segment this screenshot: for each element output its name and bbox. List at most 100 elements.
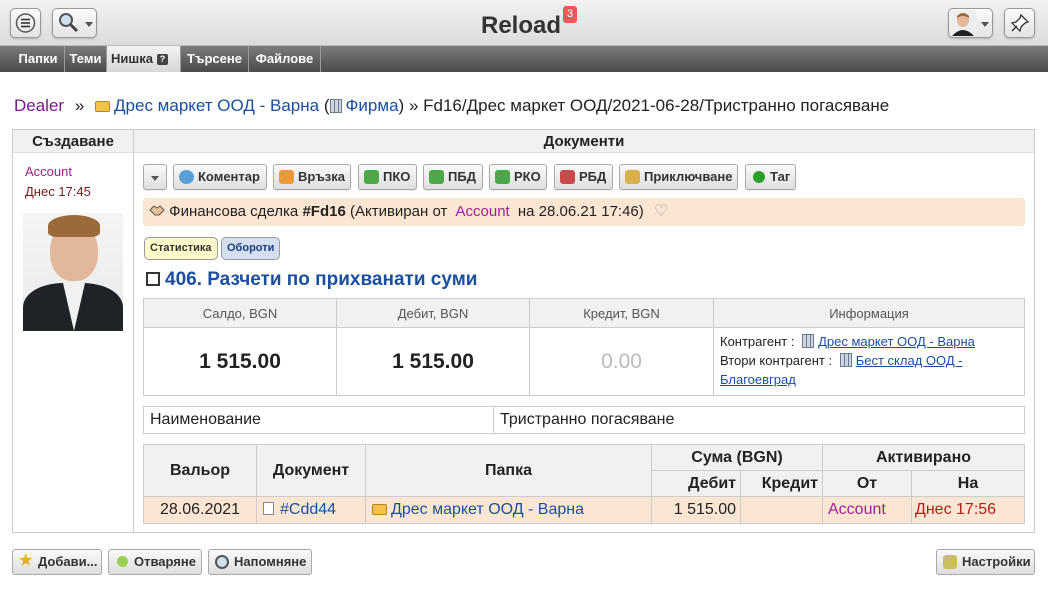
link-label: Връзка [298, 169, 346, 184]
avatar-hair [48, 215, 100, 237]
rbd-button[interactable]: РБД [554, 164, 613, 190]
debit-value: 1 515.00 [336, 327, 530, 396]
row-document-cell: #Cdd44 [256, 496, 366, 524]
comment-icon [179, 170, 194, 184]
tab-thread[interactable]: Нишка? [107, 46, 181, 72]
deal-header: Финансова сделка #Fd16 (Активиран от Acc… [143, 198, 1025, 226]
tab-folders[interactable]: Папки [12, 46, 65, 72]
credit-header: Кредит, BGN [529, 298, 714, 328]
name-value: Тристранно погасяване [493, 406, 1025, 434]
breadcrumb: Dealer » Дрес маркет ООД - Варна (Фирма)… [14, 96, 889, 116]
contractor-info: Контрагент : Дрес маркет ООД - Варна Вто… [713, 327, 1025, 396]
user-menu-button[interactable] [948, 8, 993, 38]
folder-header: Папка [365, 444, 652, 497]
account-title-text: 406. Разчети по прихванати суми [165, 269, 478, 290]
notification-badge[interactable]: 3 [563, 6, 577, 23]
link-icon [279, 170, 294, 184]
lock-icon [625, 170, 640, 184]
company-icon [802, 334, 815, 348]
contractor-label: Контрагент : [720, 334, 795, 349]
link-button[interactable]: Връзка [273, 164, 351, 190]
open-label: Отваряне [134, 554, 196, 569]
pin-icon [1010, 13, 1030, 33]
breadcrumb-separator: » [408, 96, 419, 115]
breadcrumb-root-link[interactable]: Dealer [14, 96, 64, 115]
contractor-link[interactable]: Дрес маркет ООД - Варна [818, 334, 975, 349]
row-folder-link[interactable]: Дрес маркет ООД - Варна [391, 501, 584, 518]
deal-prefix: Финансова сделка [169, 203, 299, 220]
top-bar: Reload 3 [0, 0, 1048, 46]
deal-activated-by[interactable]: Account [456, 203, 510, 220]
row-folder-cell: Дрес маркет ООД - Варна [365, 496, 652, 524]
bank-in-icon [429, 170, 444, 184]
statistics-chip[interactable]: Статистика [144, 237, 218, 260]
deal-id: #Fd16 [302, 203, 346, 220]
author-column: Account Днес 17:45 [13, 153, 134, 532]
pko-label: ПКО [383, 169, 411, 184]
pko-button[interactable]: ПКО [358, 164, 417, 190]
tag-button[interactable]: Таг [745, 164, 796, 190]
activated-header: Активирано [822, 444, 1025, 471]
rko-button[interactable]: РКО [489, 164, 547, 190]
breadcrumb-current: Fd16/Дрес маркет ООД/2021-06-28/Тристран… [423, 96, 890, 115]
breadcrumb-company-link[interactable]: Фирма [346, 96, 399, 115]
row-credit [740, 496, 823, 524]
app-title: Reload [481, 12, 562, 39]
pbd-button[interactable]: ПБД [423, 164, 483, 190]
close-deal-button[interactable]: Приключване [619, 164, 738, 190]
settings-label: Настройки [962, 554, 1031, 569]
debit-subheader: Дебит [651, 470, 741, 497]
folder-icon [372, 504, 387, 515]
comment-button[interactable]: Коментар [173, 164, 267, 190]
search-button[interactable] [52, 8, 97, 38]
saldo-header: Салдо, BGN [143, 298, 337, 328]
turnover-chip[interactable]: Обороти [221, 237, 281, 260]
amount-header: Сума (BGN) [651, 444, 823, 471]
tab-search[interactable]: Търсене [181, 46, 249, 72]
document-header: Документ [256, 444, 366, 497]
info-header: Информация [713, 298, 1025, 328]
author-name[interactable]: Account [25, 164, 72, 179]
user-avatar-icon [950, 10, 976, 36]
tag-label: Таг [770, 169, 791, 184]
row-from-link[interactable]: Account [828, 501, 886, 518]
row-debit: 1 515.00 [651, 496, 741, 524]
alarm-icon [215, 555, 229, 569]
balance-table: Салдо, BGN Дебит, BGN Кредит, BGN Информ… [143, 298, 1025, 396]
heart-icon[interactable]: ♡ [654, 198, 668, 226]
valor-header: Вальор [143, 444, 257, 497]
add-button[interactable]: ★ Добави... [12, 549, 102, 575]
bulb-icon [117, 556, 128, 567]
tab-thread-label: Нишка [111, 51, 153, 66]
company-icon [329, 99, 342, 113]
open-button[interactable]: Отваряне [108, 549, 202, 575]
help-icon[interactable]: ? [156, 54, 168, 65]
pin-button[interactable] [1004, 8, 1035, 38]
breadcrumb-folder-link[interactable]: Дрес маркет ООД - Варна [114, 96, 319, 115]
account-icon [146, 272, 160, 286]
company-icon [839, 353, 852, 367]
close-deal-label: Приключване [644, 169, 733, 184]
add-label: Добави... [38, 554, 98, 569]
cash-in-icon [364, 170, 379, 184]
settings-button[interactable]: Настройки [936, 549, 1035, 575]
remind-button[interactable]: Напомняне [208, 549, 312, 575]
credit-subheader: Кредит [740, 470, 823, 497]
tab-files[interactable]: Файлове [249, 46, 321, 72]
breadcrumb-paren-close: ) [398, 96, 405, 115]
settings-icon [943, 555, 957, 569]
name-table: Наименование Тристранно погасяване [143, 406, 1025, 434]
tag-icon [753, 171, 765, 183]
saldo-value: 1 515.00 [143, 327, 337, 396]
tab-topics[interactable]: Теми [65, 46, 107, 72]
column-header-create: Създаване [13, 130, 134, 153]
row-valor: 28.06.2021 [143, 496, 257, 524]
chevron-down-icon [151, 176, 159, 181]
remind-label: Напомняне [234, 554, 307, 569]
menu-button[interactable] [10, 8, 41, 38]
bank-out-icon [560, 170, 575, 184]
row-document-link[interactable]: #Cdd44 [280, 501, 336, 518]
more-actions-button[interactable] [143, 164, 167, 190]
star-icon: ★ [19, 552, 33, 569]
account-title[interactable]: 406. Разчети по прихванати суми [146, 269, 477, 291]
